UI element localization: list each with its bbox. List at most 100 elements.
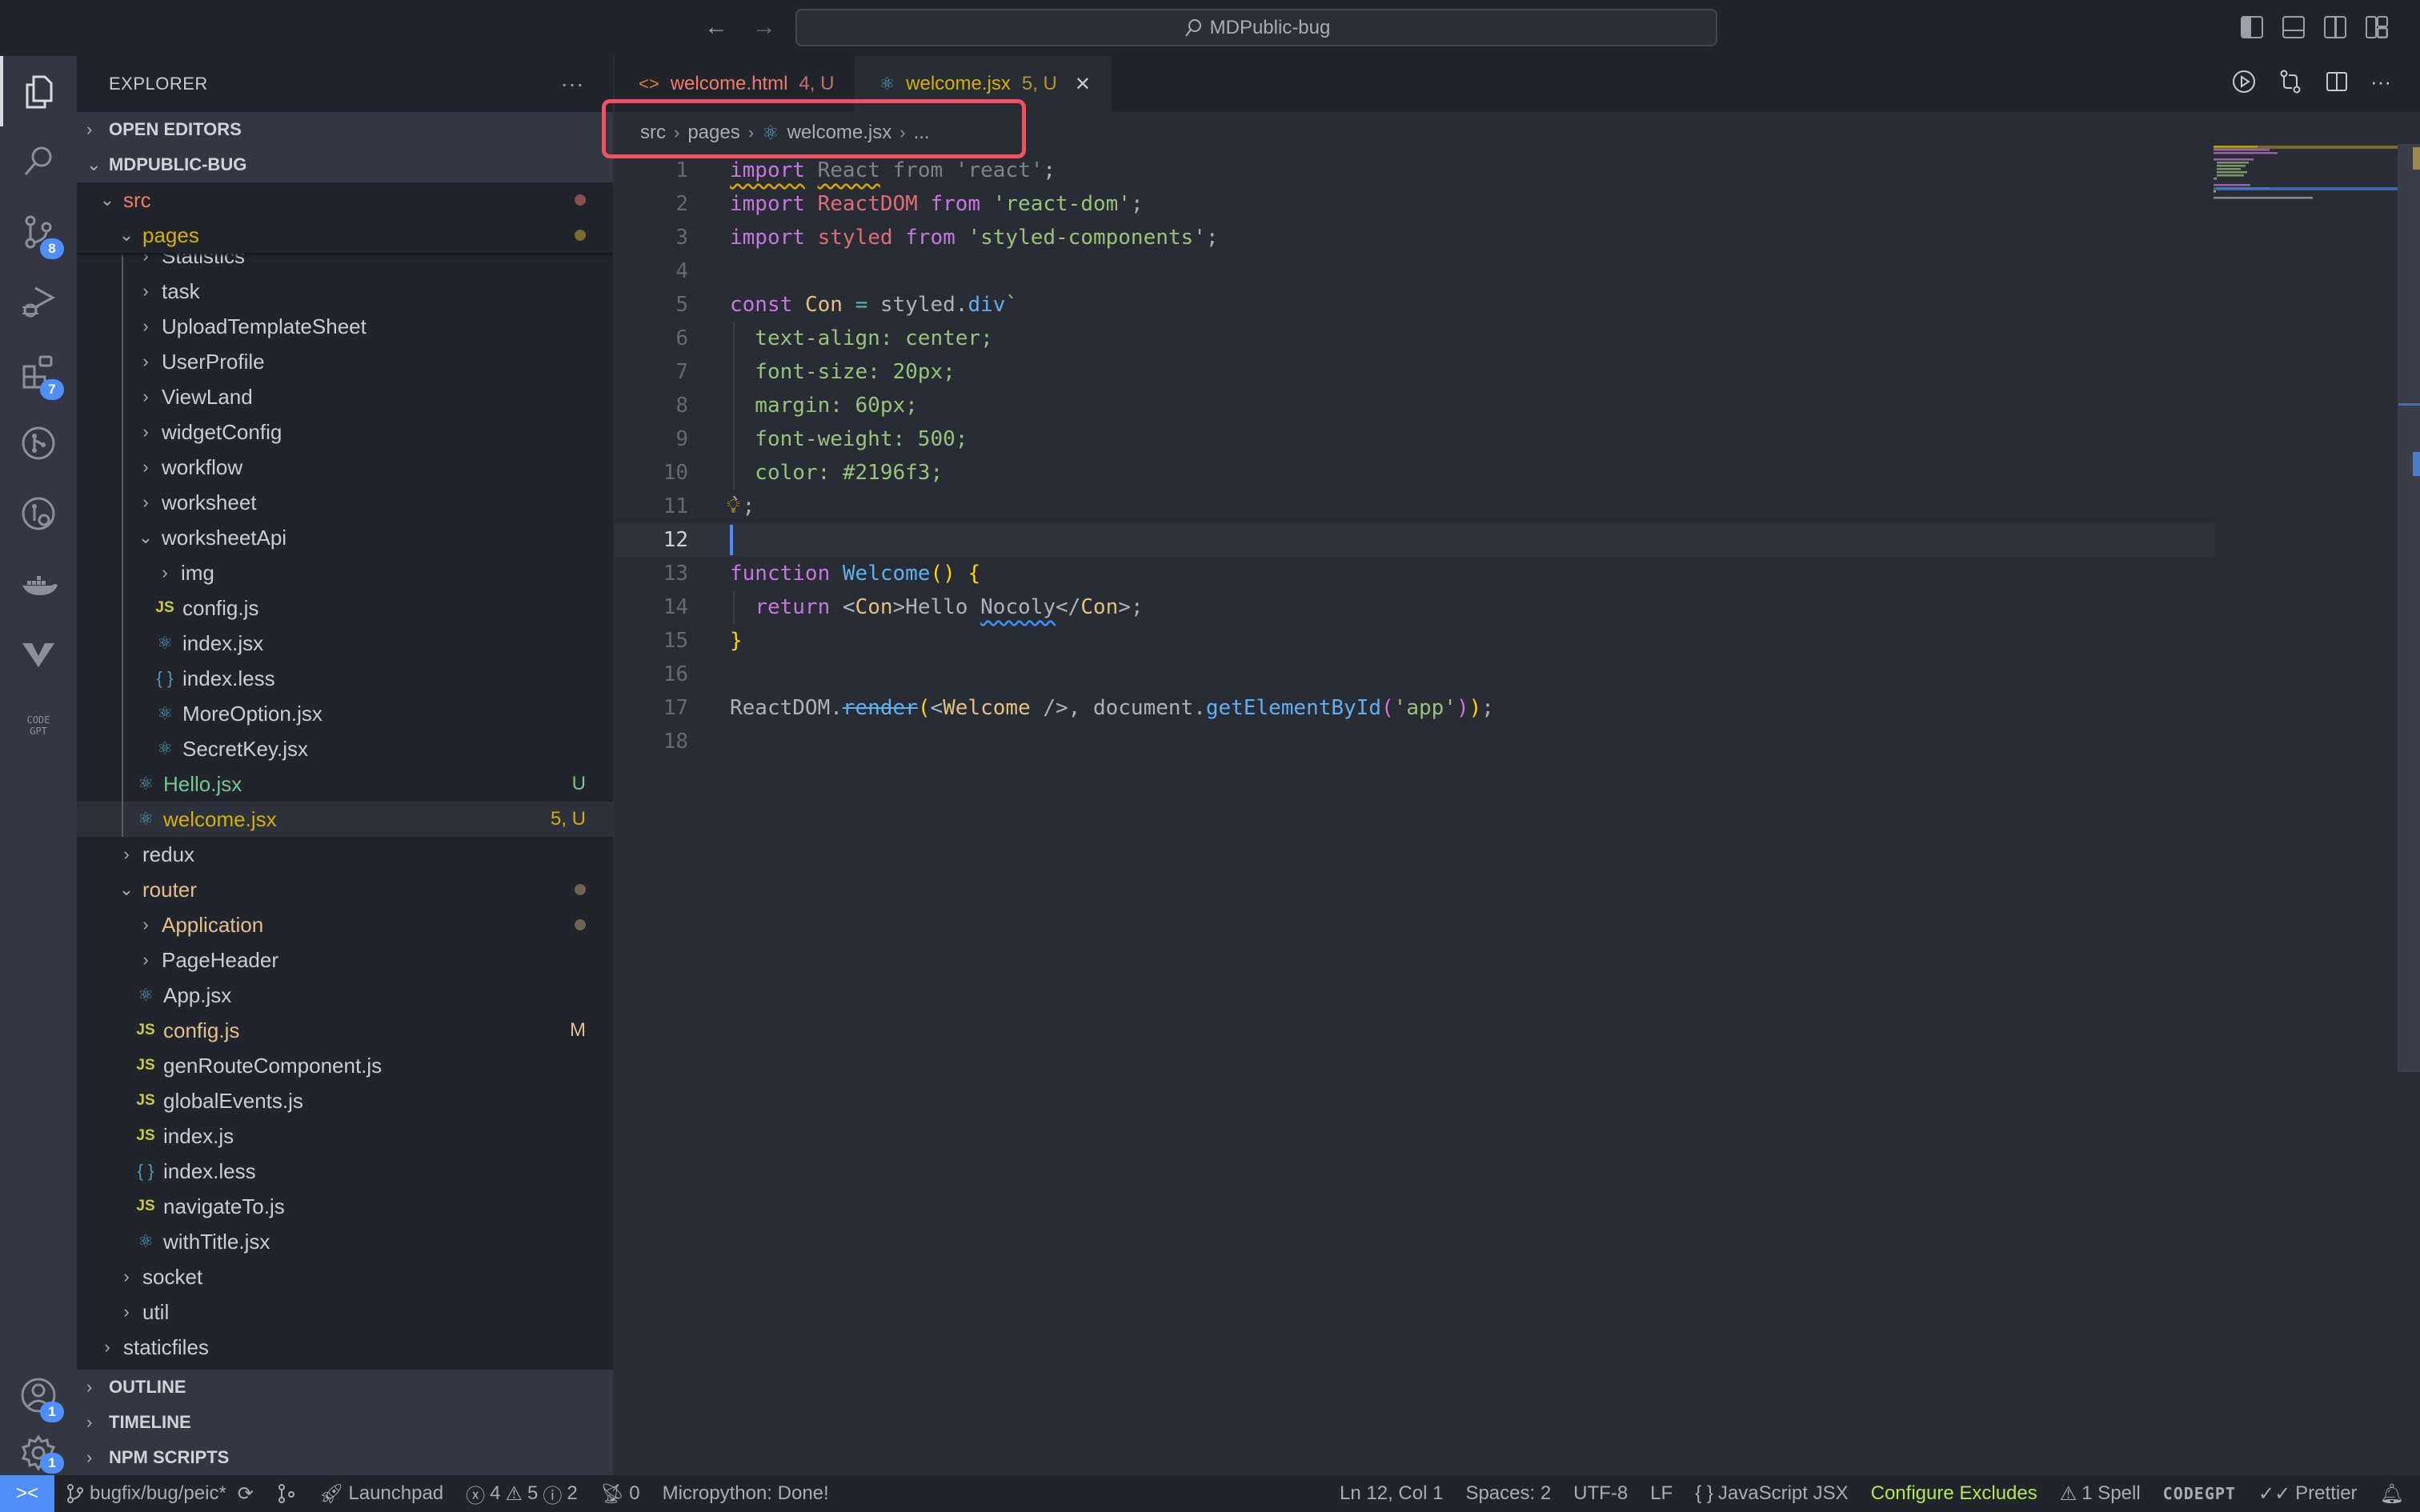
breadcrumb-item[interactable]: ... <box>914 122 930 144</box>
tree-folder[interactable]: ⌄ pages <box>77 218 613 253</box>
code-line[interactable]: 9 font-weight: 500; <box>615 422 2215 456</box>
run-icon[interactable] <box>2231 69 2257 94</box>
breadcrumb-item[interactable]: pages <box>687 122 739 144</box>
tree-folder[interactable]: ⌄ router <box>77 872 613 907</box>
compare-changes-icon[interactable] <box>2278 69 2303 94</box>
tree-file[interactable]: JS globalEvents.js <box>77 1083 613 1118</box>
explorer-more-actions[interactable]: ··· <box>561 71 584 97</box>
tree-file[interactable]: ⚛ SecretKey.jsx <box>77 731 613 766</box>
tree-file[interactable]: JS navigateTo.js <box>77 1189 613 1224</box>
remote-indicator[interactable]: >< <box>0 1475 54 1512</box>
tree-folder[interactable]: › worksheet <box>77 485 613 520</box>
end-of-line[interactable]: LF <box>1639 1482 1684 1505</box>
cursor-position[interactable]: Ln 12, Col 1 <box>1328 1482 1454 1505</box>
activity-explorer[interactable] <box>0 56 77 126</box>
tree-folder[interactable]: ⌄ worksheetApi <box>77 520 613 555</box>
branch-status[interactable]: bugfix/bug/peic* ⟳ <box>54 1482 265 1506</box>
code-line[interactable]: 3 import styled from 'styled-components'; <box>615 221 2215 254</box>
activity-gitlens-inspect[interactable] <box>0 478 77 549</box>
tree-folder[interactable]: › widgetConfig <box>77 414 613 450</box>
code-line[interactable]: 13 function Welcome() { <box>615 557 2215 590</box>
tree-file[interactable]: ⚛ MoreOption.jsx <box>77 696 613 731</box>
forward-button[interactable]: → <box>752 13 776 42</box>
section-open-editors[interactable]: › OPEN EDITORS <box>77 112 613 147</box>
launchpad-status[interactable]: 🚀︎ Launchpad <box>308 1482 455 1506</box>
tree-folder[interactable]: › staticfiles <box>77 1330 613 1365</box>
tree-file[interactable]: ⚛ withTitle.jsx <box>77 1224 613 1259</box>
codegpt-status[interactable]: CODEGPT <box>2152 1484 2247 1503</box>
code-line[interactable]: 7 font-size: 20px; <box>615 355 2215 389</box>
activity-extensions[interactable]: 7 <box>0 338 77 408</box>
language-mode[interactable]: { } JavaScript JSX <box>1684 1482 1859 1505</box>
ports-status[interactable]: 📡︎ 0 <box>589 1482 651 1506</box>
tree-folder[interactable]: › UploadTemplateSheet <box>77 309 613 344</box>
toggle-panel-icon[interactable] <box>2282 16 2305 38</box>
code-line[interactable]: 11 `; 💡︎ <box>615 490 2215 523</box>
configure-excludes[interactable]: Configure Excludes <box>1860 1482 2049 1505</box>
activity-codegpt[interactable]: CODE GPT <box>0 690 77 760</box>
lightbulb-icon[interactable]: 💡︎ <box>727 495 740 518</box>
tree-folder[interactable]: ⌄ src <box>77 182 613 218</box>
activity-source-control[interactable]: 8 <box>0 197 77 267</box>
toggle-primary-sidebar-icon[interactable] <box>2241 16 2263 38</box>
tree-file[interactable]: ⚛ welcome.jsx 5, U <box>77 802 613 837</box>
encoding[interactable]: UTF-8 <box>1562 1482 1639 1505</box>
code-line[interactable]: 6 text-align: center; <box>615 322 2215 355</box>
section-workspace[interactable]: ⌄ MDPUBLIC-BUG <box>77 147 613 182</box>
problems-status[interactable]: ⓧ 4 ⚠ 5 ⓘ 2 <box>455 1480 589 1508</box>
tree-file[interactable]: { } index.less <box>77 1154 613 1189</box>
tree-file[interactable]: JS index.js <box>77 1118 613 1154</box>
tree-file[interactable]: JS config.js M <box>77 1013 613 1048</box>
activity-docker[interactable] <box>0 549 77 619</box>
tree-file[interactable]: ⚛ App.jsx <box>77 978 613 1013</box>
minimap[interactable] <box>2214 146 2398 218</box>
tree-folder[interactable]: › UserProfile <box>77 344 613 379</box>
git-graph-status[interactable] <box>265 1483 308 1504</box>
tree-folder[interactable]: › PageHeader <box>77 942 613 978</box>
code-line[interactable]: 15} <box>615 624 2215 658</box>
prettier-status[interactable]: ✓✓ Prettier <box>2247 1482 2369 1506</box>
activity-run-debug[interactable] <box>0 267 77 338</box>
code-line[interactable]: 12 <box>615 523 2215 557</box>
notifications-bell[interactable]: 🔔︎ <box>2369 1482 2420 1506</box>
sync-icon[interactable]: ⟳ <box>238 1482 254 1506</box>
toggle-secondary-sidebar-icon[interactable] <box>2324 16 2346 38</box>
activity-settings[interactable]: 1 <box>0 1430 77 1475</box>
code-line[interactable]: 16 <box>615 658 2215 691</box>
code-line[interactable]: 10 color: #2196f3; <box>615 456 2215 490</box>
tab-welcome-jsx[interactable]: ⚛ welcome.jsx 5, U ✕ <box>855 56 1112 112</box>
section-outline[interactable]: › OUTLINE <box>77 1370 613 1405</box>
tree-file[interactable]: ⚛ index.jsx <box>77 626 613 661</box>
tree-file[interactable]: ⚛ Hello.jsx U <box>77 766 613 802</box>
tree-folder[interactable]: › socket <box>77 1259 613 1294</box>
activity-vitest[interactable] <box>0 619 77 690</box>
tree-file[interactable]: JS config.js <box>77 590 613 626</box>
tree-folder[interactable]: › task <box>77 274 613 309</box>
code-line[interactable]: 4 <box>615 254 2215 288</box>
code-line[interactable]: 5 const Con = styled.div` <box>615 288 2215 322</box>
code-line[interactable]: 1 import React from 'react'; <box>615 154 2215 187</box>
tree-folder[interactable]: › Application <box>77 907 613 942</box>
code-line[interactable]: 17 ReactDOM.render(<Welcome />, document.… <box>615 691 2215 725</box>
tree-folder[interactable]: › ViewLand <box>77 379 613 414</box>
command-center-search[interactable]: MDPublic-bug <box>795 9 1717 46</box>
code-line[interactable]: 8 margin: 60px; <box>615 389 2215 422</box>
close-icon[interactable]: ✕ <box>1075 73 1091 96</box>
split-editor-icon[interactable] <box>2324 69 2350 94</box>
customize-layout-icon[interactable] <box>2366 16 2388 38</box>
editor-scrollbar[interactable] <box>2398 144 2420 1072</box>
breadcrumb-item[interactable]: welcome.jsx <box>787 122 892 144</box>
breadcrumb-item[interactable]: src <box>640 122 666 144</box>
tree-folder[interactable]: › redux <box>77 837 613 872</box>
code-line[interactable]: 18 <box>615 725 2215 758</box>
section-timeline[interactable]: › TIMELINE <box>77 1405 613 1440</box>
tree-folder[interactable]: › util <box>77 1294 613 1330</box>
indentation[interactable]: Spaces: 2 <box>1454 1482 1562 1505</box>
code-editor[interactable]: 1 import React from 'react'; 2 import React… <box>615 154 2215 758</box>
tree-folder[interactable]: › workflow <box>77 450 613 485</box>
code-line[interactable]: 14 return <Con>Hello Nocoly</Con>; <box>615 590 2215 624</box>
activity-gitlens[interactable] <box>0 408 77 478</box>
spell-status[interactable]: ⚠ 1 Spell <box>2049 1482 2152 1506</box>
tree-file[interactable]: { } index.less <box>77 661 613 696</box>
activity-accounts[interactable]: 1 <box>0 1360 77 1430</box>
